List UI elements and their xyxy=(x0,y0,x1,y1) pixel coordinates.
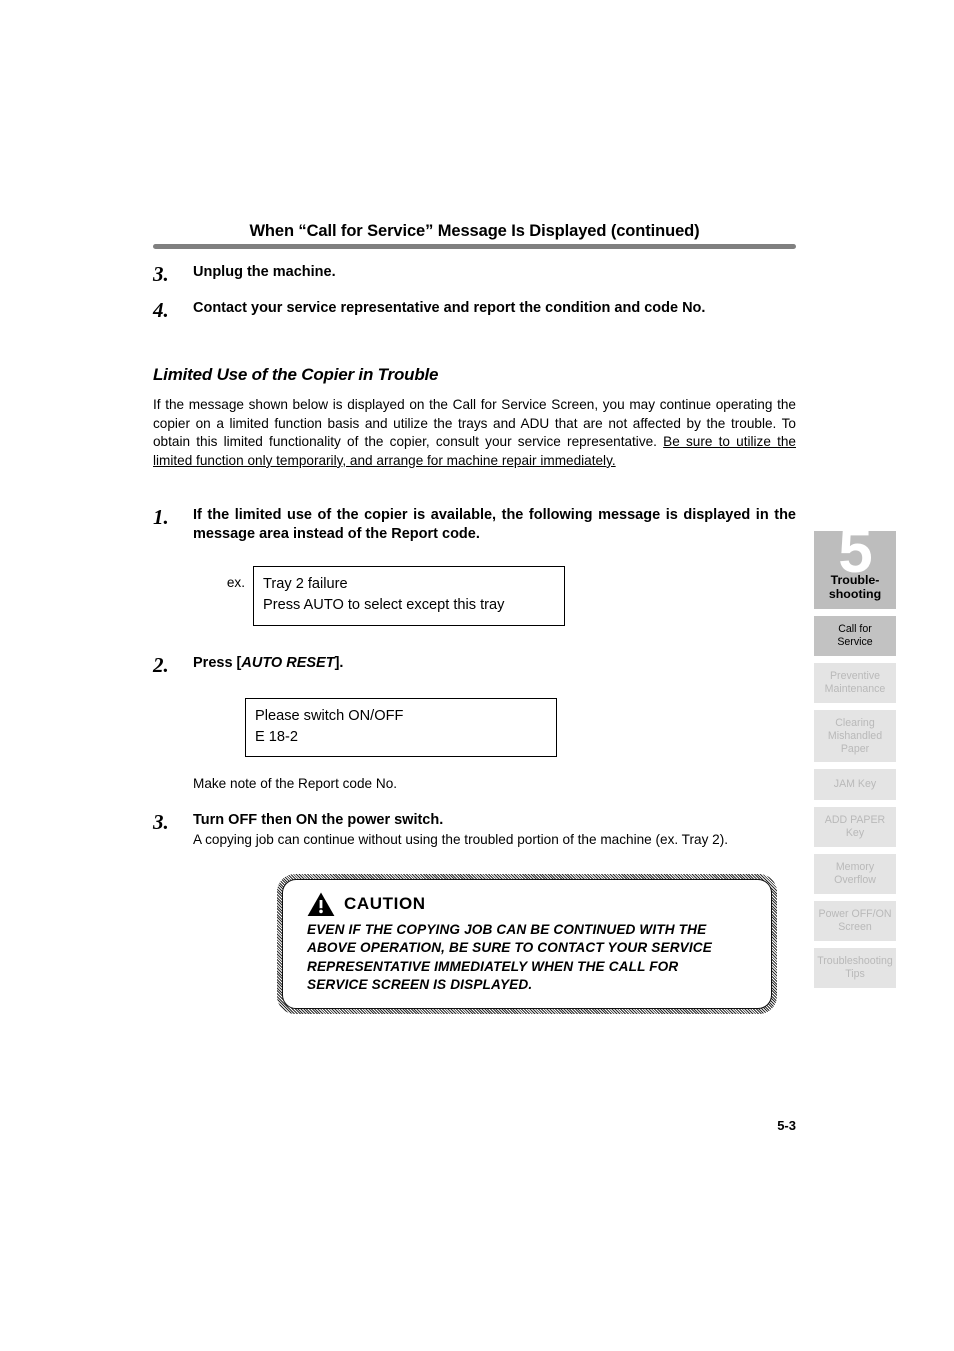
tab-label-line-1: JAM Key xyxy=(833,778,877,791)
chapter-label-line-1: Trouble- xyxy=(830,573,880,588)
step-title: Turn OFF then ON the power switch. xyxy=(193,812,444,829)
step-title: If the limited use of the copier is avai… xyxy=(193,507,796,543)
tab-label-line-1: Clearing xyxy=(835,716,875,729)
step-body: Turn OFF then ON the power switch. A cop… xyxy=(193,811,796,849)
sidebar-item-power-off-on-screen[interactable]: Power OFF/ON Screen xyxy=(814,901,896,941)
step-title-suffix: ]. xyxy=(334,654,344,671)
sidebar-tab-index: 5 Trouble- shooting Call for Service Pre… xyxy=(814,521,896,995)
list-item: 2. Press [AUTO RESET]. xyxy=(153,654,796,676)
tab-label-line-1: Call for xyxy=(838,623,872,635)
caution-body: EVEN IF THE COPYING JOB CAN BE CONTINUED… xyxy=(307,921,753,995)
list-item: 4. Contact your service representative a… xyxy=(153,299,796,321)
sidebar-item-memory-overflow[interactable]: Memory Overflow xyxy=(814,854,896,895)
sidebar-item-add-paper-key[interactable]: ADD PAPER Key xyxy=(814,807,896,848)
section-heading: Limited Use of the Copier in Trouble xyxy=(153,365,439,385)
step-title: Contact your service representative and … xyxy=(193,300,706,317)
chapter-label-line-2: shooting xyxy=(828,587,882,602)
tab-label-line-2: Key xyxy=(845,827,865,840)
lcd-message-box: Tray 2 failure Press AUTO to select exce… xyxy=(253,566,565,626)
caution-panel: CAUTION EVEN IF THE COPYING JOB CAN BE C… xyxy=(277,873,777,1015)
tab-label-line-2: Tips xyxy=(845,967,865,980)
step-number: 2. xyxy=(153,652,169,677)
list-item: 3. Unplug the machine. xyxy=(153,263,796,285)
section-paragraph: If the message shown below is displayed … xyxy=(153,396,796,470)
lcd-line-1: Please switch ON/OFF xyxy=(255,707,404,724)
caution-line: SERVICE SCREEN IS DISPLAYED. xyxy=(307,977,533,992)
note-text: Make note of the Report code No. xyxy=(193,776,398,792)
step-number: 3. xyxy=(153,262,169,287)
step-body: Unplug the machine. xyxy=(193,263,796,282)
chapter-label: Trouble- shooting xyxy=(814,573,896,602)
tab-label-line-1: Troubleshooting xyxy=(817,954,893,967)
list-item: 3. Turn OFF then ON the power switch. A … xyxy=(153,811,796,849)
list-item: 1. If the limited use of the copier is a… xyxy=(153,506,796,544)
sidebar-item-troubleshooting-tips[interactable]: Troubleshooting Tips xyxy=(814,947,896,988)
tab-label-line-1: Memory xyxy=(835,861,875,874)
caution-line: ABOVE OPERATION, BE SURE TO CONTACT YOUR… xyxy=(307,940,712,956)
step-description: A copying job can continue without using… xyxy=(193,832,729,848)
caution-label: CAUTION xyxy=(344,894,426,914)
step-body: Press [AUTO RESET]. xyxy=(193,654,796,673)
tab-label-line-2: Overflow xyxy=(834,874,876,887)
key-name: AUTO RESET xyxy=(241,654,335,671)
lcd-line-2: E 18-2 xyxy=(255,728,298,745)
page-content: When “Call for Service” Message Is Displ… xyxy=(153,222,796,1015)
step-title: Press [AUTO RESET]. xyxy=(193,654,796,673)
sidebar-item-clearing-mishandled-paper[interactable]: Clearing Mishandled Paper xyxy=(814,709,896,763)
caution-line: REPRESENTATIVE IMMEDIATELY WHEN THE CALL… xyxy=(307,958,679,974)
manual-page: When “Call for Service” Message Is Displ… xyxy=(0,0,954,1351)
sidebar-item-call-for-service[interactable]: Call for Service xyxy=(814,616,896,656)
caution-header: CAUTION xyxy=(307,892,753,917)
tab-label-line-2: Maintenance xyxy=(824,682,886,695)
sidebar-item-jam-key[interactable]: JAM Key xyxy=(814,769,896,801)
header-rule xyxy=(153,244,796,250)
warning-triangle-icon xyxy=(307,892,335,916)
tab-label-line-2: Screen xyxy=(838,921,872,934)
caution-line: EVEN IF THE COPYING JOB CAN BE CONTINUED… xyxy=(307,921,707,937)
lcd-line-1: Tray 2 failure xyxy=(263,576,348,593)
sidebar-item-preventive-maintenance[interactable]: Preventive Maintenance xyxy=(814,662,896,703)
chapter-tab-5[interactable]: 5 Trouble- shooting xyxy=(814,521,896,609)
tab-label-line-1: Preventive xyxy=(829,669,881,682)
step-number: 4. xyxy=(153,298,169,323)
lcd-line-2: Press AUTO to select except this tray xyxy=(263,597,505,614)
tab-label-line-1: ADD PAPER xyxy=(824,814,886,827)
tab-label-line-3: Paper xyxy=(840,742,870,755)
step-number: 1. xyxy=(153,505,169,530)
example-message-row: ex. Tray 2 failure Press AUTO to select … xyxy=(208,566,796,626)
tab-label-line-2: Service xyxy=(837,635,873,648)
step-body: If the limited use of the copier is avai… xyxy=(193,506,796,544)
example-label: ex. xyxy=(226,575,245,591)
caution-panel-inner: CAUTION EVEN IF THE COPYING JOB CAN BE C… xyxy=(282,878,772,1010)
step-body: Contact your service representative and … xyxy=(193,299,796,318)
message-row: Please switch ON/OFF E 18-2 xyxy=(245,697,796,758)
lcd-message-box: Please switch ON/OFF E 18-2 xyxy=(245,697,557,758)
tab-label-line-1: Power OFF/ON xyxy=(818,908,892,921)
tab-label-line-2: Mishandled xyxy=(827,729,883,742)
step-title: Unplug the machine. xyxy=(193,264,336,281)
step-title-prefix: Press [ xyxy=(193,654,242,671)
page-number: 5-3 xyxy=(777,1118,796,1133)
page-title: When “Call for Service” Message Is Displ… xyxy=(249,222,700,240)
step-number: 3. xyxy=(153,810,169,835)
